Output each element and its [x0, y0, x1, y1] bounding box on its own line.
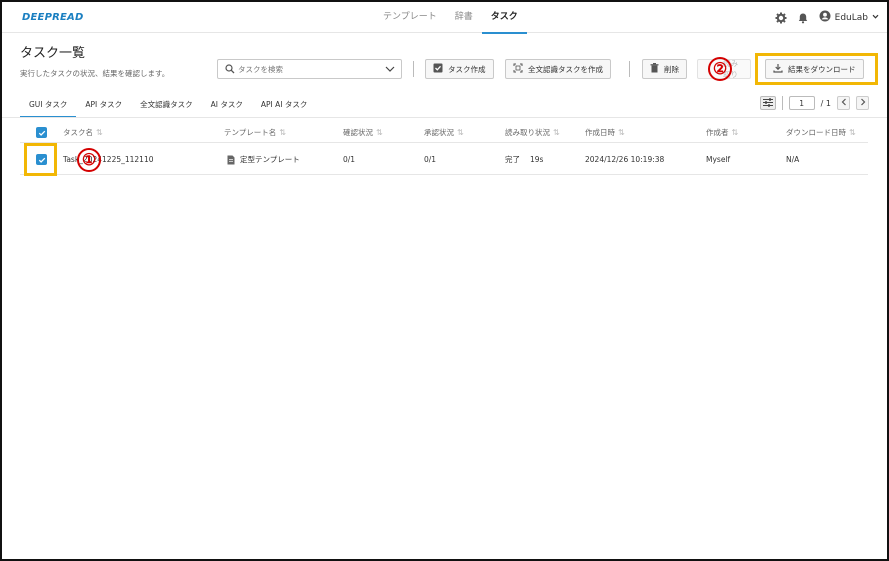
read-status-label: 完了 — [505, 155, 520, 164]
chevron-right-icon — [860, 98, 866, 108]
column-header-confirm[interactable]: 確認状況 ⇅ — [343, 123, 383, 142]
table-header: タスク名 ⇅ テンプレート名 ⇅ 確認状況 ⇅ 承認状況 ⇅ 読み取り状況 ⇅ 作成日時 ⇅… — [20, 123, 868, 143]
sliders-icon — [762, 97, 773, 109]
delete-button[interactable]: 削除 — [642, 59, 687, 79]
search-icon — [225, 64, 235, 76]
create-task-button[interactable]: タスク作成 — [425, 59, 494, 79]
header-actions: EduLab — [775, 10, 879, 25]
confirm-cell: 0/1 — [343, 155, 356, 164]
app-logo[interactable]: DEEPREAD — [22, 12, 83, 23]
sort-icon: ⇅ — [279, 128, 286, 137]
select-all-checkbox[interactable] — [36, 123, 47, 142]
template-name: 定型テンプレート — [240, 155, 300, 164]
column-settings-button[interactable] — [759, 96, 776, 110]
tab-api-ai-task[interactable]: API AI タスク — [252, 94, 316, 116]
gear-icon[interactable] — [775, 12, 787, 24]
task-tabs: GUI タスク API タスク 全文認識タスク AI タスク API AI タス… — [20, 94, 316, 118]
sort-icon: ⇅ — [618, 128, 625, 137]
sort-icon: ⇅ — [96, 128, 103, 137]
pager-divider — [781, 96, 783, 110]
read-time-label: 19s — [530, 155, 544, 164]
create-task-label: タスク作成 — [448, 64, 486, 74]
tabs-divider — [2, 117, 887, 118]
download-results-button[interactable]: 結果をダウンロード — [765, 59, 864, 79]
page-number-input[interactable] — [788, 96, 815, 110]
checkmark-icon — [36, 127, 47, 138]
checkbox-icon — [433, 63, 443, 75]
page-subtitle: 実行したタスクの状況、結果を確認します。 — [20, 69, 170, 78]
table-row[interactable]: Task_20241225_112110 定型テンプレート 0/1 0/1 完了… — [20, 145, 868, 175]
sort-icon: ⇅ — [376, 128, 383, 137]
nav-templates[interactable]: テンプレート — [374, 2, 446, 33]
row-checkbox-highlight-box — [24, 143, 57, 176]
toolbar-divider — [629, 61, 630, 77]
created-cell: 2024/12/26 10:19:38 — [585, 155, 665, 164]
column-header-approve[interactable]: 承認状況 ⇅ — [424, 123, 464, 142]
tab-full-text-task[interactable]: 全文認識タスク — [131, 94, 202, 116]
tab-ai-task[interactable]: AI タスク — [202, 94, 252, 116]
task-search[interactable] — [217, 59, 402, 79]
sort-icon: ⇅ — [849, 128, 856, 137]
scan-document-icon — [513, 63, 523, 75]
column-header-task-name[interactable]: タスク名 ⇅ — [63, 123, 103, 142]
tab-gui-task[interactable]: GUI タスク — [20, 94, 77, 118]
read-status-cell: 完了 19s — [505, 145, 543, 174]
user-name: EduLab — [834, 12, 868, 23]
document-icon — [227, 155, 235, 165]
create-full-text-task-label: 全文認識タスクを作成 — [528, 64, 603, 74]
step-marker-2: ② — [708, 57, 732, 81]
nav-tasks[interactable]: タスク — [481, 2, 527, 34]
trash-icon — [650, 63, 659, 75]
download-results-label: 結果をダウンロード — [788, 64, 856, 74]
chevron-left-icon — [841, 98, 847, 108]
main-nav: テンプレート 辞書 タスク — [374, 2, 527, 34]
column-header-downloaded[interactable]: ダウンロード日時 ⇅ — [786, 123, 856, 142]
create-full-text-task-button[interactable]: 全文認識タスクを作成 — [505, 59, 611, 79]
pagination: / 1 — [759, 96, 869, 110]
prev-page-button[interactable] — [837, 96, 850, 110]
nav-dictionary[interactable]: 辞書 — [446, 2, 482, 33]
user-avatar-icon — [819, 10, 831, 25]
step-marker-1: ① — [77, 148, 101, 172]
column-header-created[interactable]: 作成日時 ⇅ — [585, 123, 625, 142]
top-header: DEEPREAD テンプレート 辞書 タスク EduLab — [2, 2, 887, 34]
next-page-button[interactable] — [856, 96, 869, 110]
page-total: / 1 — [820, 98, 831, 108]
column-header-read-status[interactable]: 読み取り状況 ⇅ — [505, 123, 560, 142]
chevron-down-icon[interactable] — [385, 65, 395, 75]
tab-api-task[interactable]: API タスク — [76, 94, 131, 116]
column-header-template[interactable]: テンプレート名 ⇅ — [224, 123, 286, 142]
download-icon — [773, 63, 783, 75]
page-title: タスク一覧 — [20, 46, 86, 61]
chevron-down-icon — [872, 13, 879, 23]
bell-icon[interactable] — [797, 12, 809, 24]
column-header-creator[interactable]: 作成者 ⇅ — [706, 123, 738, 142]
sort-icon: ⇅ — [457, 128, 464, 137]
user-menu[interactable]: EduLab — [819, 10, 879, 25]
toolbar-divider — [413, 61, 414, 77]
sort-icon: ⇅ — [731, 128, 739, 137]
template-cell[interactable]: 定型テンプレート — [227, 145, 300, 174]
delete-label: 削除 — [664, 64, 679, 74]
downloaded-cell: N/A — [786, 155, 800, 164]
approve-cell: 0/1 — [424, 155, 437, 164]
creator-cell: Myself — [706, 155, 731, 164]
search-input[interactable] — [238, 63, 378, 76]
sort-icon: ⇅ — [553, 128, 560, 137]
